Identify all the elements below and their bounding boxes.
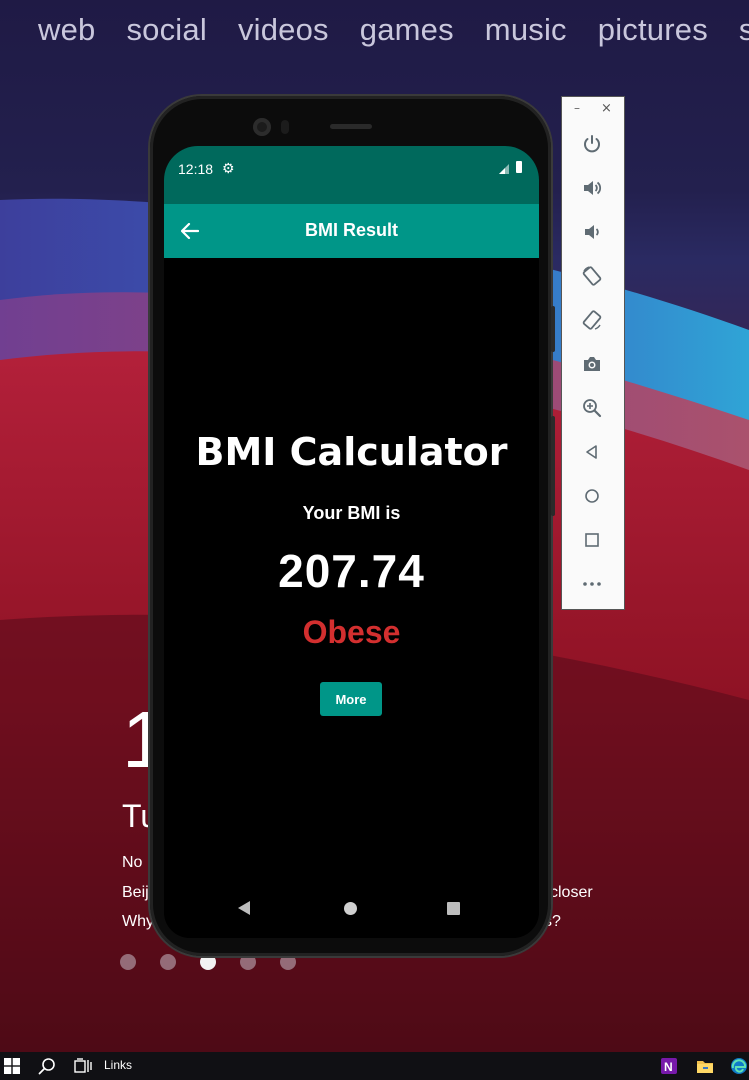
system-nav-bar (164, 888, 539, 938)
search-icon[interactable] (36, 1056, 58, 1076)
edge-icon[interactable] (730, 1056, 748, 1076)
nav-recents-icon[interactable] (447, 902, 460, 915)
nav-home-icon[interactable] (344, 902, 357, 915)
carousel-dot[interactable] (240, 954, 256, 970)
status-bar: 12:18 ⚙ (164, 146, 539, 204)
earpiece-speaker (330, 124, 372, 129)
rotate-left-icon[interactable] (579, 263, 605, 289)
windows-start-icon[interactable] (2, 1056, 22, 1076)
side-button-upper[interactable] (551, 306, 555, 352)
bmi-label: Your BMI is (302, 503, 401, 523)
nav-tab-music[interactable]: music (485, 12, 567, 48)
minimize-button[interactable]: – (574, 101, 580, 115)
news-line[interactable]: Why (122, 913, 154, 931)
taskbar: Links N (0, 1052, 749, 1080)
front-camera (253, 118, 271, 136)
news-line[interactable]: No (122, 854, 142, 872)
emulator-toolbar: – × (561, 96, 625, 610)
side-button-lower[interactable] (551, 416, 555, 516)
taskbar-links-toolbar[interactable]: Links (104, 1058, 132, 1072)
more-button[interactable]: More (320, 682, 382, 716)
app-bar-title: BMI Result (304, 220, 398, 240)
bmi-category: Obese (302, 614, 401, 650)
more-icon[interactable] (579, 571, 605, 597)
onenote-icon[interactable]: N (660, 1056, 678, 1076)
home-icon[interactable] (579, 483, 605, 509)
nav-tab-social[interactable]: social (126, 12, 206, 48)
carousel-dot[interactable] (160, 954, 176, 970)
power-icon[interactable] (579, 131, 605, 157)
result-content: BMI Calculator Your BMI is 207.74 Obese … (164, 258, 539, 888)
carousel-dot[interactable] (280, 954, 296, 970)
volume-up-icon[interactable] (579, 175, 605, 201)
status-time: 12:18 (178, 161, 214, 177)
carousel-dots (120, 954, 296, 970)
carousel-dot-active[interactable] (200, 954, 216, 970)
nav-tab-games[interactable]: games (360, 12, 454, 48)
overview-icon[interactable] (579, 527, 605, 553)
volume-down-icon[interactable] (579, 219, 605, 245)
file-explorer-icon[interactable] (696, 1056, 714, 1076)
news-line-fragment[interactable]: closer (550, 884, 593, 902)
zoom-icon[interactable] (579, 395, 605, 421)
close-button[interactable]: × (601, 101, 612, 116)
camera-icon[interactable] (579, 351, 605, 377)
phone-screen: 12:18 ⚙ BMI Result BMI Calculator Your B… (164, 146, 539, 938)
news-line[interactable]: Beij (122, 884, 149, 902)
app-bar: BMI Result (164, 204, 539, 258)
nav-tab-web[interactable]: web (38, 12, 95, 48)
page-title: BMI Calculator (195, 430, 508, 474)
nav-tab-cutoff[interactable]: s (739, 12, 749, 48)
bmi-value: 207.74 (278, 545, 425, 597)
top-nav-tabs: web social videos games music pictures s (38, 12, 749, 48)
back-icon[interactable] (579, 439, 605, 465)
signal-icon (499, 164, 509, 174)
task-view-icon[interactable] (72, 1056, 94, 1076)
rotate-right-icon[interactable] (579, 307, 605, 333)
nav-tab-pictures[interactable]: pictures (598, 12, 708, 48)
proximity-sensor (281, 120, 289, 134)
nav-tab-videos[interactable]: videos (238, 12, 329, 48)
phone-frame: 12:18 ⚙ BMI Result BMI Calculator Your B… (150, 96, 555, 956)
svg-text:N: N (664, 1060, 673, 1074)
nav-back-icon[interactable] (238, 901, 250, 915)
gear-icon: ⚙ (222, 160, 235, 176)
battery-icon (516, 161, 522, 173)
carousel-dot[interactable] (120, 954, 136, 970)
